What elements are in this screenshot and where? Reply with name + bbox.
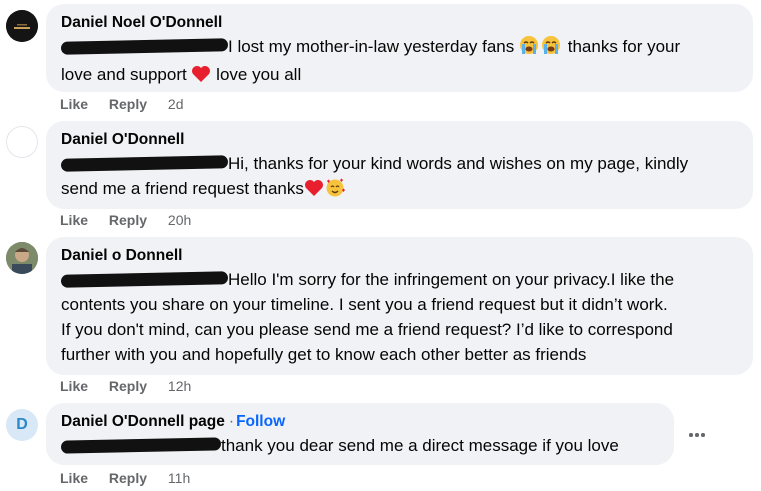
timestamp[interactable]: 2d [168, 96, 184, 112]
avatar[interactable] [6, 126, 38, 158]
avatar[interactable] [6, 242, 38, 274]
reply-button[interactable]: Reply [109, 96, 147, 112]
redacted-mention [60, 38, 229, 55]
comment-author[interactable]: Daniel o Donnell [61, 246, 739, 266]
redacted-mention [60, 155, 229, 172]
crying-face-icon [541, 35, 563, 62]
profile-photo-icon [6, 10, 38, 42]
redacted-mention [60, 437, 222, 454]
crying-face-icon [519, 35, 541, 62]
more-options-icon[interactable] [689, 424, 707, 444]
separator: · [228, 413, 235, 430]
like-button[interactable]: Like [60, 470, 88, 486]
avatar[interactable] [6, 10, 38, 42]
red-heart-icon [191, 65, 211, 90]
timestamp[interactable]: 12h [168, 378, 191, 394]
redacted-mention [60, 271, 229, 288]
comment-text: Hi, thanks for your kind words and wishe… [60, 151, 739, 204]
comment-text: I lost my mother-in-law yesterday fans t… [60, 34, 739, 90]
reply-button[interactable]: Reply [109, 470, 147, 486]
comment-author[interactable]: Daniel O'Donnell [61, 130, 739, 150]
like-button[interactable]: Like [60, 212, 88, 228]
avatar[interactable]: D [6, 409, 38, 441]
like-button[interactable]: Like [60, 96, 88, 112]
reply-button[interactable]: Reply [109, 378, 147, 394]
comment-author-line: Daniel O'Donnell page · Follow [61, 412, 660, 432]
comment-actions: Like Reply 11h [60, 470, 190, 486]
smiling-face-with-hearts-icon [324, 177, 346, 204]
reply-button[interactable]: Reply [109, 212, 147, 228]
comment-author[interactable]: Daniel Noel O'Donnell [61, 13, 739, 33]
timestamp[interactable]: 20h [168, 212, 191, 228]
comment-bubble: Daniel o Donnell Hello I'm sorry for the… [46, 237, 753, 375]
avatar-letter: D [16, 416, 28, 433]
comment-bubble: Daniel Noel O'Donnell I lost my mother-i… [46, 4, 753, 92]
like-button[interactable]: Like [60, 378, 88, 394]
comment-bubble: Daniel O'Donnell Hi, thanks for your kin… [46, 121, 753, 209]
comment-actions: Like Reply 2d [60, 96, 184, 112]
profile-photo-icon [6, 242, 38, 274]
comment-text: thank you dear send me a direct message … [60, 433, 660, 458]
timestamp[interactable]: 11h [168, 470, 190, 486]
comment-actions: Like Reply 12h [60, 378, 191, 394]
comment-bubble: Daniel O'Donnell page · Follow thank you d… [46, 403, 674, 465]
red-heart-icon [304, 179, 324, 204]
comment-text: Hello I'm sorry for the infringement on … [60, 270, 675, 364]
comment-author[interactable]: Daniel O'Donnell page [61, 413, 225, 430]
comment-actions: Like Reply 20h [60, 212, 191, 228]
follow-button[interactable]: Follow [236, 413, 285, 430]
